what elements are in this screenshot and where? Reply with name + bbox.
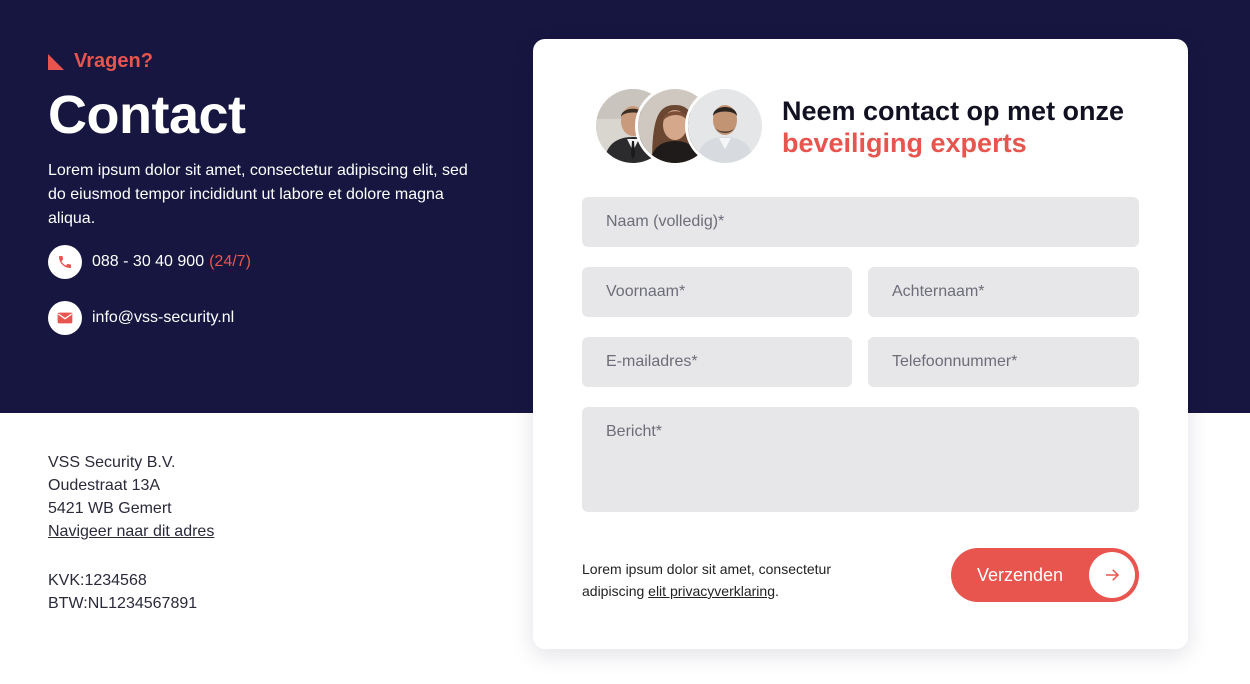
contact-form-card: Neem contact op met onze beveiliging exp… <box>533 39 1188 649</box>
company-name: VSS Security B.V. <box>48 454 176 471</box>
city: 5421 WB Gemert <box>48 500 172 517</box>
email-input[interactable] <box>582 337 852 387</box>
arrow-right-icon <box>1089 552 1135 598</box>
avatar <box>685 86 765 166</box>
email-address[interactable]: info@vss-security.nl <box>92 309 234 327</box>
expert-avatars <box>593 86 765 166</box>
street: Oudestraat 13A <box>48 477 161 494</box>
phone-number[interactable]: 088 - 30 40 900 <box>92 253 204 271</box>
page-title: Contact <box>48 85 246 145</box>
kvk-number: KVK:1234568 <box>48 572 147 589</box>
phone-icon <box>48 245 82 279</box>
submit-button[interactable]: Verzenden <box>951 548 1139 602</box>
consent-text: Lorem ipsum dolor sit amet, consectetur … <box>582 558 882 602</box>
envelope-icon <box>48 301 82 335</box>
submit-label: Verzenden <box>977 564 1064 585</box>
first-name-input[interactable] <box>582 267 852 317</box>
message-input[interactable] <box>582 407 1139 512</box>
email-contact[interactable]: info@vss-security.nl <box>48 301 234 335</box>
form-heading: Neem contact op met onze beveiliging exp… <box>782 95 1124 159</box>
phone-availability: (24/7) <box>209 253 251 270</box>
corner-triangle-icon <box>48 53 64 70</box>
intro-text: Lorem ipsum dolor sit amet, consectetur … <box>48 162 468 227</box>
navigate-address-link[interactable]: Navigeer naar dit adres <box>48 520 214 543</box>
privacy-link[interactable]: elit privacyverklaring <box>648 583 775 599</box>
form-heading-line1: Neem contact op met onze <box>782 96 1125 126</box>
phone-contact[interactable]: 088 - 30 40 900 (24/7) <box>48 245 251 279</box>
consent-end: . <box>774 583 779 599</box>
eyebrow: Vragen? <box>48 50 153 73</box>
phone-input[interactable] <box>868 337 1139 387</box>
full-name-input[interactable] <box>582 197 1139 247</box>
last-name-input[interactable] <box>868 267 1139 317</box>
form-heading-line2: beveiliging experts <box>782 128 1027 158</box>
btw-number: BTW:NL1234567891 <box>48 595 198 612</box>
eyebrow-label: Vragen? <box>74 50 153 72</box>
company-address: VSS Security B.V. Oudestraat 13A 5421 WB… <box>48 451 214 615</box>
